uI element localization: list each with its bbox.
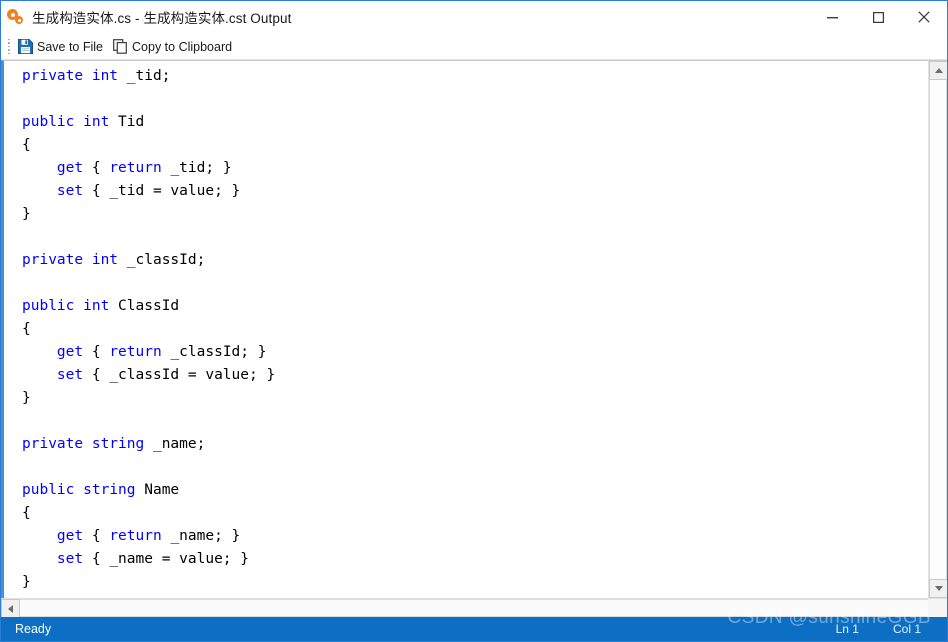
floppy-disk-icon (18, 39, 33, 54)
scroll-left-arrow-icon[interactable] (1, 599, 20, 618)
scrollbar-corner (928, 599, 947, 617)
gear-icon (7, 8, 25, 26)
status-bar: Ready Ln 1 Col 1 CSDN @sunshineGGB (1, 607, 947, 641)
maximize-button[interactable] (855, 1, 901, 34)
status-column: Col 1 (892, 622, 921, 636)
close-button[interactable] (901, 1, 947, 34)
code-text[interactable]: private int _tid; public int Tid { get {… (4, 61, 928, 594)
horizontal-scroll-track[interactable] (20, 599, 928, 617)
toolbar-grip[interactable] (5, 38, 12, 55)
title-bar[interactable]: 生成构造实体.cs - 生成构造实体.cst Output (1, 1, 947, 34)
horizontal-scrollbar[interactable] (1, 598, 947, 618)
minimize-button[interactable] (809, 1, 855, 34)
editor-region: private int _tid; public int Tid { get {… (1, 60, 947, 598)
copy-icon (113, 39, 128, 54)
window-title: 生成构造实体.cs - 生成构造实体.cst Output (32, 11, 292, 26)
save-to-file-button[interactable]: Save to File (15, 36, 110, 58)
status-position: Ln 1 Col 1 (836, 622, 947, 636)
window-controls (809, 1, 947, 34)
vertical-scroll-track[interactable] (929, 80, 947, 579)
scroll-down-arrow-icon[interactable] (929, 579, 947, 598)
copy-to-clipboard-button[interactable]: Copy to Clipboard (110, 36, 239, 58)
toolbar: Save to File Copy to Clipboard (1, 34, 947, 60)
status-line: Ln 1 (835, 622, 859, 636)
output-window: 生成构造实体.cs - 生成构造实体.cst Output Save to Fi… (0, 0, 948, 642)
vertical-scrollbar[interactable] (928, 60, 947, 598)
save-to-file-label: Save to File (37, 39, 104, 54)
copy-to-clipboard-label: Copy to Clipboard (132, 39, 233, 54)
code-viewport[interactable]: private int _tid; public int Tid { get {… (1, 60, 928, 598)
scroll-up-arrow-icon[interactable] (929, 61, 947, 80)
status-text: Ready (15, 622, 52, 636)
